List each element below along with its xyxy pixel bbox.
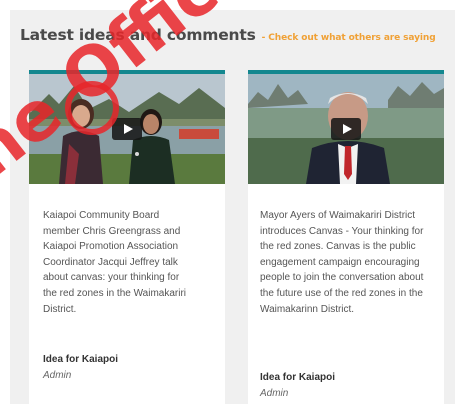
idea-location-label[interactable]: Idea for Kaiapoi	[260, 372, 335, 383]
idea-author: Admin	[43, 370, 72, 381]
video-thumbnail-2[interactable]	[248, 74, 444, 184]
section-title: Latest ideas and comments	[20, 26, 256, 44]
idea-location-label[interactable]: Idea for Kaiapoi	[43, 354, 118, 365]
idea-description: Kaiapoi Community Board member Chris Gre…	[43, 210, 187, 315]
play-button-icon[interactable]	[331, 118, 361, 140]
idea-author: Admin	[260, 388, 289, 399]
idea-card-1[interactable]: Kaiapoi Community Board member Chris Gre…	[29, 70, 225, 404]
idea-card-2[interactable]: Mayor Ayers of Waimakariri District intr…	[248, 70, 444, 404]
play-button-icon[interactable]	[112, 118, 142, 140]
section-subtitle[interactable]: - Check out what others are saying	[262, 33, 436, 43]
video-thumbnail-1[interactable]	[29, 74, 225, 184]
section-header: Latest ideas and comments - Check out wha…	[20, 26, 436, 45]
idea-description: Mayor Ayers of Waimakariri District intr…	[260, 210, 424, 315]
